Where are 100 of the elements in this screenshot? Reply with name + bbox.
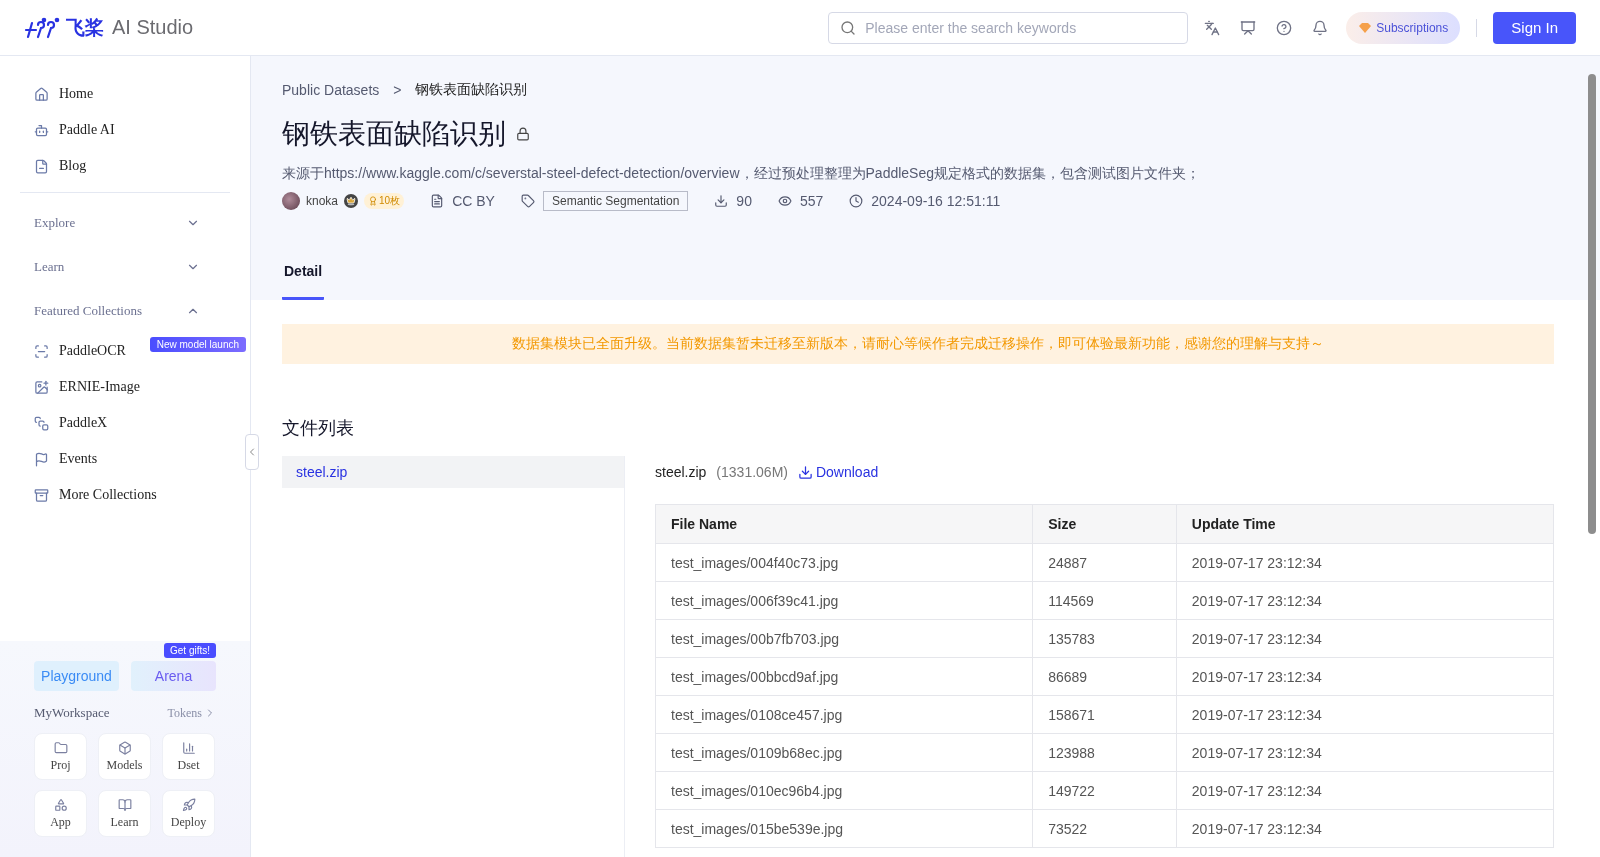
clock-icon — [849, 194, 864, 208]
sidebar-item[interactable]: PaddleX — [20, 405, 114, 441]
table-cell: test_images/0108ce457.jpg — [655, 695, 1033, 734]
avatar — [282, 192, 300, 210]
help-icon[interactable] — [1276, 19, 1293, 36]
presentation-icon[interactable] — [1240, 19, 1257, 36]
table-cell: test_images/00bbcd9af.jpg — [655, 657, 1033, 696]
sidebar-item[interactable]: PaddleOCR — [20, 333, 132, 369]
table-cell: 2019-07-17 23:12:34 — [1176, 733, 1554, 772]
sign-in-button[interactable]: Sign In — [1493, 11, 1576, 44]
table-cell: 114569 — [1032, 581, 1177, 620]
table-cell: test_images/0109b68ec.jpg — [655, 733, 1033, 772]
points-badge: 10枚 — [364, 193, 405, 209]
download-icon — [797, 464, 813, 480]
logo-icon — [24, 16, 62, 39]
table-cell: test_images/004f40c73.jpg — [655, 543, 1033, 582]
flag-icon — [34, 451, 49, 467]
home-icon — [34, 86, 49, 102]
license: CC BY — [452, 193, 495, 209]
scan-icon — [34, 343, 49, 359]
sidebar-item[interactable]: Home — [20, 76, 100, 112]
section-header[interactable]: Learn — [20, 245, 230, 289]
download-link[interactable]: Download — [797, 464, 879, 480]
subscriptions-button[interactable]: Subscriptions — [1346, 11, 1461, 44]
table-cell: 2019-07-17 23:12:34 — [1176, 619, 1554, 658]
robot-icon — [34, 122, 49, 138]
document-icon — [34, 158, 49, 174]
book-icon — [117, 797, 132, 812]
sidebar-item[interactable]: More Collections — [20, 477, 163, 513]
layers-icon — [34, 415, 49, 431]
rocket-icon — [181, 797, 196, 812]
table-cell: 2019-07-17 23:12:34 — [1176, 771, 1554, 810]
section-header[interactable]: Explore — [20, 201, 230, 245]
archive-icon — [34, 487, 49, 503]
file-name: steel.zip — [655, 464, 707, 480]
column-header: Size — [1032, 504, 1177, 544]
translate-icon[interactable] — [1204, 19, 1221, 36]
sidebar-item[interactable]: Paddle AI — [20, 112, 121, 148]
view-count: 557 — [799, 193, 824, 209]
shortcut-button[interactable]: Deploy — [162, 790, 215, 837]
diamond-icon — [1358, 21, 1373, 34]
section-title: 文件列表 — [282, 417, 355, 440]
file-item[interactable]: steel.zip — [282, 456, 624, 488]
dataset-title: 钢铁表面缺陷识别 — [282, 117, 506, 151]
table-cell: test_images/00b7fb703.jpg — [655, 619, 1033, 658]
table-cell: 73522 — [1032, 809, 1177, 848]
table-cell: 24887 — [1032, 543, 1177, 582]
dataset-description: 来源于https://www.kaggle.com/c/severstal-steel-defect-detection/overview，经过预处理整理为PaddleSeg规定格式的数据集，包含测试图片文件夹； — [282, 165, 1201, 183]
lock-icon — [516, 127, 530, 141]
table-cell: test_images/006f39c41.jpg — [655, 581, 1033, 620]
breadcrumb-link[interactable]: Public Datasets — [282, 82, 380, 98]
folder-icon — [53, 740, 68, 755]
crown-icon — [344, 194, 359, 208]
table-cell: 2019-07-17 23:12:34 — [1176, 695, 1554, 734]
table-cell: 2019-07-17 23:12:34 — [1176, 809, 1554, 848]
search-icon — [840, 19, 857, 36]
breadcrumb-current: 钢铁表面缺陷识别 — [415, 81, 528, 99]
category-tag: Semantic Segmentation — [542, 191, 689, 211]
column-header: Update Time — [1176, 504, 1554, 544]
sidebar-item[interactable]: Blog — [20, 148, 93, 184]
table-cell: 149722 — [1032, 771, 1177, 810]
download-count: 90 — [736, 193, 752, 209]
logo-text: 飞桨 — [66, 15, 104, 40]
eye-icon — [777, 194, 792, 208]
download-icon — [714, 194, 729, 208]
file-size: (1331.06M) — [716, 464, 788, 480]
image-icon — [34, 379, 49, 395]
bar-chart-icon — [181, 740, 196, 755]
sidebar-item[interactable]: ERNIE-Image — [20, 369, 146, 405]
bell-icon[interactable] — [1312, 19, 1329, 36]
arena-button[interactable]: Arena — [131, 661, 216, 691]
shapes-icon — [53, 797, 68, 812]
table-cell: 123988 — [1032, 733, 1177, 772]
gift-badge: Get gifts! — [164, 643, 216, 658]
shortcut-button[interactable]: Proj — [34, 733, 87, 780]
table-cell: 135783 — [1032, 619, 1177, 658]
license-icon — [430, 194, 445, 208]
table-cell: 2019-07-17 23:12:34 — [1176, 581, 1554, 620]
workspace-title: MyWorkspace — [34, 705, 110, 721]
table-cell: 2019-07-17 23:12:34 — [1176, 657, 1554, 696]
column-header: File Name — [655, 504, 1033, 544]
table-cell: 158671 — [1032, 695, 1177, 734]
table-cell: 86689 — [1032, 657, 1177, 696]
shortcut-button[interactable]: Learn — [98, 790, 151, 837]
shortcut-button[interactable]: Dset — [162, 733, 215, 780]
product-name: AI Studio — [112, 16, 194, 39]
author-name[interactable]: knoka — [306, 194, 339, 208]
update-date: 2024-09-16 12:51:11 — [871, 193, 1001, 209]
table-cell: test_images/015be539e.jpg — [655, 809, 1033, 848]
scrollbar[interactable] — [1588, 74, 1596, 534]
cube-icon — [117, 740, 132, 755]
section-header[interactable]: Featured Collections — [20, 289, 230, 333]
shortcut-button[interactable]: Models — [98, 733, 151, 780]
breadcrumb-separator: > — [393, 82, 402, 98]
notice-banner: 数据集模块已全面升级。当前数据集暂未迁移至新版本，请耐心等候作者完成迁移操作，即可体验最新功能，感谢您的理解与支持～ — [282, 324, 1554, 364]
search-field[interactable]: Please enter the search keywords — [828, 11, 1189, 44]
shortcut-button[interactable]: App — [34, 790, 87, 837]
sidebar-item[interactable]: Events — [20, 441, 104, 477]
table-cell: 2019-07-17 23:12:34 — [1176, 543, 1554, 582]
table-cell: test_images/010ec96b4.jpg — [655, 771, 1033, 810]
